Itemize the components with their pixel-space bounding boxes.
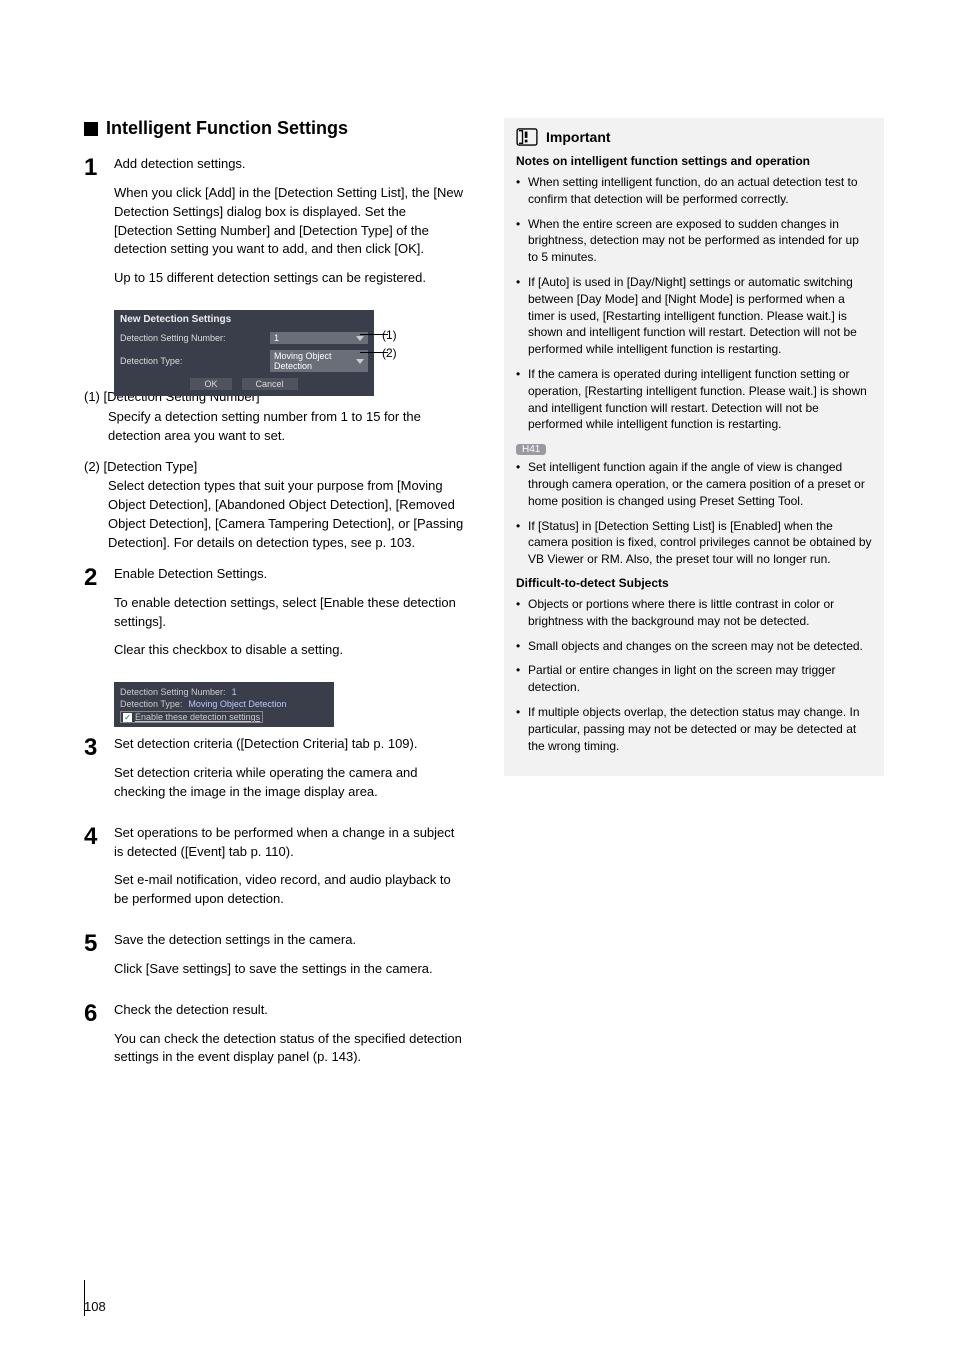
- list-item: When setting intelligent function, do an…: [516, 174, 872, 208]
- step-3: 3 Set detection criteria ([Detection Cri…: [84, 735, 466, 812]
- list-item: If [Status] in [Detection Setting List] …: [516, 518, 872, 568]
- step-body: Set detection criteria ([Detection Crite…: [114, 735, 466, 812]
- step-5: 5 Save the detection settings in the cam…: [84, 931, 466, 989]
- step-body: Enable Detection Settings. To enable det…: [114, 565, 466, 670]
- notes-list: When setting intelligent function, do an…: [516, 174, 872, 433]
- step-2: 2 Enable Detection Settings. To enable d…: [84, 565, 466, 670]
- square-bullet-icon: [84, 122, 98, 136]
- section-title: Intelligent Function Settings: [106, 118, 348, 139]
- important-label: Important: [546, 129, 611, 145]
- step-4: 4 Set operations to be performed when a …: [84, 824, 466, 919]
- dropdown-value: Moving Object Detection: [274, 351, 356, 371]
- new-detection-settings-dialog: New Detection Settings Detection Setting…: [114, 310, 374, 396]
- step-number: 2: [84, 565, 104, 670]
- dialog-buttons: OK Cancel: [114, 375, 374, 390]
- dialog-row-number: Detection Setting Number: 1: [114, 329, 374, 347]
- step-title: Save the detection settings in the camer…: [114, 931, 433, 950]
- subitem-body: Specify a detection setting number from …: [84, 408, 466, 446]
- important-notice: Important Notes on intelligent function …: [504, 118, 884, 776]
- list-item: Partial or entire changes in light on th…: [516, 662, 872, 696]
- section-heading: Intelligent Function Settings: [84, 118, 466, 139]
- list-item: Objects or portions where there is littl…: [516, 596, 872, 630]
- page-number: 108: [84, 1299, 106, 1314]
- step-title: Check the detection result.: [114, 1001, 466, 1020]
- step-desc: Clear this checkbox to disable a setting…: [114, 641, 466, 660]
- page: Intelligent Function Settings 1 Add dete…: [0, 0, 954, 1089]
- panel-value: Moving Object Detection: [188, 699, 286, 709]
- step-desc: Set detection criteria while operating t…: [114, 764, 466, 802]
- subitem-body: Select detection types that suit your pu…: [84, 477, 466, 552]
- panel-label: Detection Type:: [120, 699, 182, 709]
- dialog-label: Detection Setting Number:: [120, 333, 264, 343]
- cancel-button[interactable]: Cancel: [242, 378, 298, 390]
- dropdown-value: 1: [274, 333, 279, 343]
- detection-number-dropdown[interactable]: 1: [270, 332, 368, 344]
- step-body: Save the detection settings in the camer…: [114, 931, 433, 989]
- step-1: 1 Add detection settings. When you click…: [84, 155, 466, 298]
- callout-2: (2): [382, 346, 397, 360]
- step-title: Set detection criteria ([Detection Crite…: [114, 735, 466, 754]
- step-number: 3: [84, 735, 104, 812]
- step-body: Add detection settings. When you click […: [114, 155, 466, 298]
- model-tag: H41: [516, 444, 546, 455]
- panel-label: Detection Setting Number:: [120, 687, 226, 697]
- step-desc: When you click [Add] in the [Detection S…: [114, 184, 466, 259]
- list-item: If [Auto] is used in [Day/Night] setting…: [516, 274, 872, 358]
- dialog-figure: New Detection Settings Detection Setting…: [114, 310, 466, 388]
- step-number: 6: [84, 1001, 104, 1078]
- step-number: 1: [84, 155, 104, 298]
- subitem-2: (2) [Detection Type] Select detection ty…: [84, 458, 466, 553]
- list-item: If the camera is operated during intelli…: [516, 366, 872, 433]
- detection-type-dropdown[interactable]: Moving Object Detection: [270, 350, 368, 372]
- step-desc: To enable detection settings, select [En…: [114, 594, 466, 632]
- list-item: Small objects and changes on the screen …: [516, 638, 872, 655]
- list-item: Set intelligent function again if the an…: [516, 459, 872, 509]
- subitem-1: (1) [Detection Setting Number] Specify a…: [84, 388, 466, 446]
- chevron-down-icon: [356, 336, 364, 341]
- left-column: Intelligent Function Settings 1 Add dete…: [84, 118, 466, 1089]
- right-column: Important Notes on intelligent function …: [504, 118, 884, 1089]
- step-number: 5: [84, 931, 104, 989]
- step-body: Set operations to be performed when a ch…: [114, 824, 466, 919]
- dialog-row-type: Detection Type: Moving Object Detection: [114, 347, 374, 375]
- enable-checkbox-row[interactable]: ✓ Enable these detection settings: [120, 711, 263, 723]
- step-desc: Up to 15 different detection settings ca…: [114, 269, 466, 288]
- difficult-list: Objects or portions where there is littl…: [516, 596, 872, 754]
- checkbox-label: Enable these detection settings: [135, 712, 260, 722]
- notes-subheading: Notes on intelligent function settings a…: [516, 154, 872, 168]
- dialog-label: Detection Type:: [120, 356, 264, 366]
- step-desc: You can check the detection status of th…: [114, 1030, 466, 1068]
- step-body: Check the detection result. You can chec…: [114, 1001, 466, 1078]
- chevron-down-icon: [356, 359, 364, 364]
- checkbox-icon: ✓: [123, 713, 132, 722]
- step-title: Enable Detection Settings.: [114, 565, 466, 584]
- step-title: Set operations to be performed when a ch…: [114, 824, 466, 862]
- callout-1: (1): [382, 328, 397, 342]
- difficult-subheading: Difficult-to-detect Subjects: [516, 576, 872, 590]
- list-item: When the entire screen are exposed to su…: [516, 216, 872, 266]
- list-item: If multiple objects overlap, the detecti…: [516, 704, 872, 754]
- notice-heading: Important: [516, 128, 872, 146]
- important-icon: [516, 128, 538, 146]
- subitem-head: (2) [Detection Type]: [84, 458, 466, 477]
- step-6: 6 Check the detection result. You can ch…: [84, 1001, 466, 1078]
- step-desc: Set e-mail notification, video record, a…: [114, 871, 466, 909]
- step-desc: Click [Save settings] to save the settin…: [114, 960, 433, 979]
- panel-row: Detection Type: Moving Object Detection: [120, 698, 328, 710]
- enable-settings-panel: Detection Setting Number: 1 Detection Ty…: [114, 682, 334, 727]
- panel-value: 1: [232, 687, 237, 697]
- step-title: Add detection settings.: [114, 155, 466, 174]
- panel-row: Detection Setting Number: 1: [120, 686, 328, 698]
- step-number: 4: [84, 824, 104, 919]
- notes-list-2: Set intelligent function again if the an…: [516, 459, 872, 568]
- ok-button[interactable]: OK: [190, 378, 231, 390]
- dialog-title: New Detection Settings: [114, 310, 374, 329]
